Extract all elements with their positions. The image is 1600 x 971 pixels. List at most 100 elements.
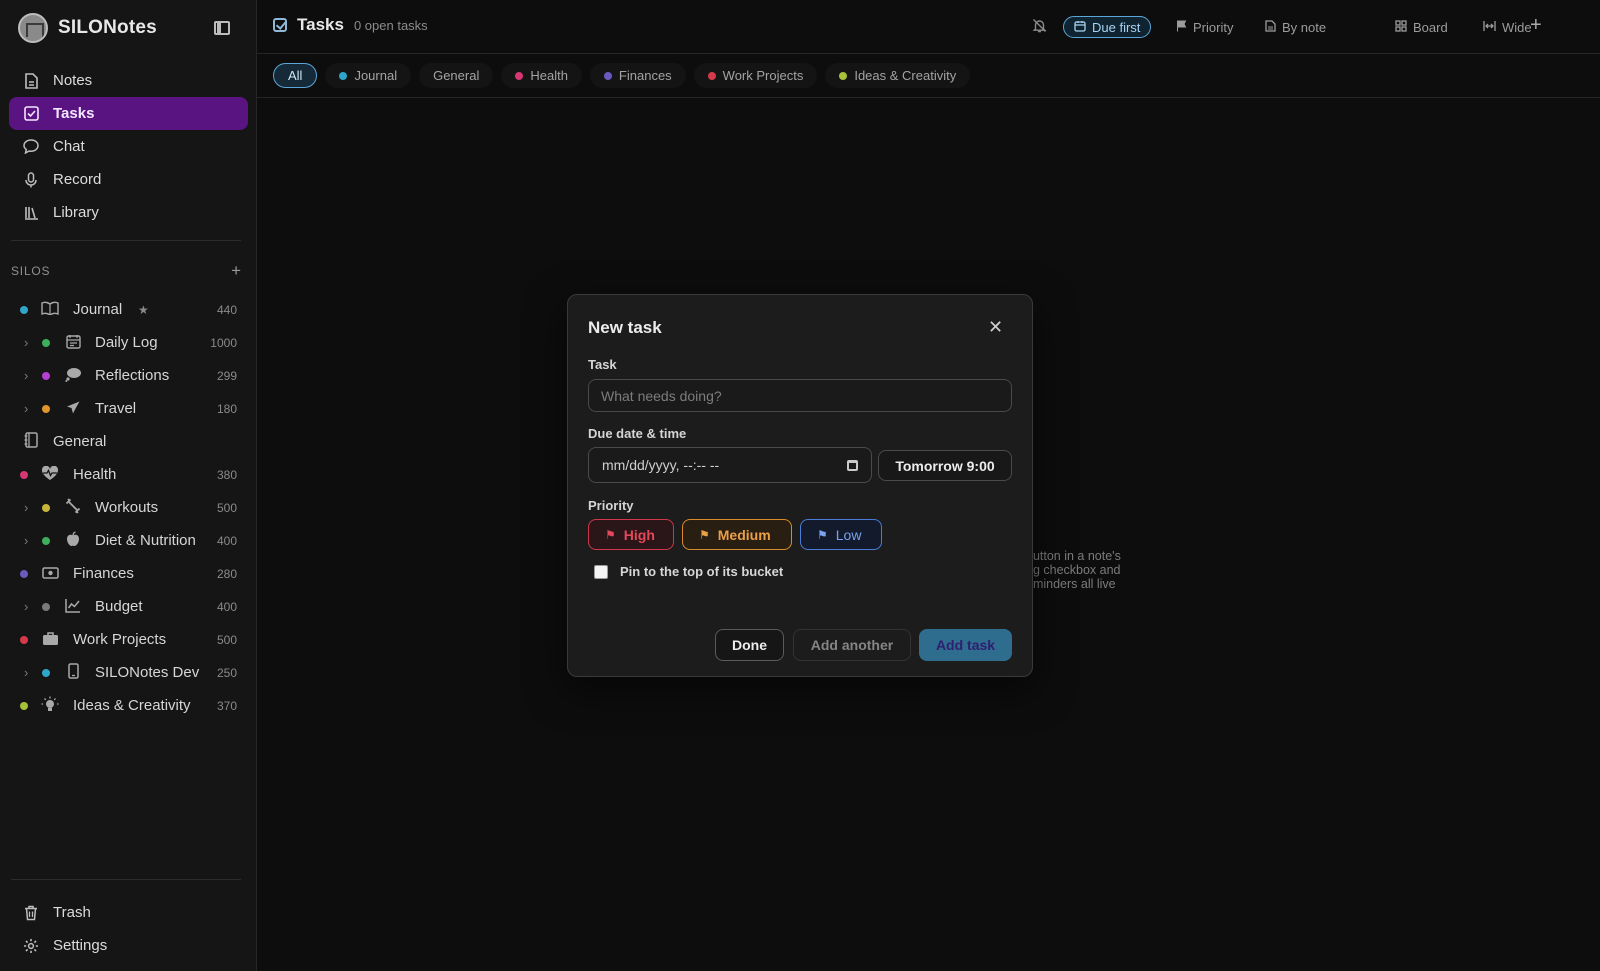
silo-reflections[interactable]: › Reflections 299 bbox=[0, 359, 257, 392]
chat-bubble-icon bbox=[23, 139, 39, 155]
silo-count: 370 bbox=[216, 698, 237, 713]
grid-icon bbox=[1395, 19, 1407, 35]
silo-label: Workouts bbox=[95, 499, 159, 516]
sort-priority-label: Priority bbox=[1193, 19, 1234, 35]
brand[interactable]: SILONotes bbox=[18, 13, 157, 43]
silo-label: Travel bbox=[95, 400, 137, 417]
filter-chip-work-projects[interactable]: Work Projects bbox=[693, 63, 818, 88]
chip-label: Ideas & Creativity bbox=[854, 68, 957, 83]
chip-label: General bbox=[433, 68, 480, 83]
flag-icon: ⚑ bbox=[699, 527, 710, 542]
chevron-right-icon[interactable]: › bbox=[24, 665, 28, 680]
filter-chip-journal[interactable]: Journal bbox=[325, 63, 412, 88]
hint-line: eminders all live bbox=[1026, 577, 1116, 591]
hint-line: button in a note's bbox=[1026, 549, 1121, 563]
filter-chip-ideas-creativity[interactable]: Ideas & Creativity bbox=[825, 63, 971, 88]
flag-icon: ⚑ bbox=[605, 527, 616, 542]
sidebar: SILONotes Notes Tasks Chat Record Librar… bbox=[0, 0, 257, 971]
chevron-right-icon[interactable]: › bbox=[24, 533, 28, 548]
silos-title: SILOS bbox=[11, 263, 51, 278]
silo-filter-chips: All Journal General Health Finances Work… bbox=[273, 63, 971, 88]
nav-label: Tasks bbox=[53, 105, 95, 122]
sort-note-label: By note bbox=[1282, 19, 1327, 35]
bell-off-icon[interactable] bbox=[1032, 18, 1047, 36]
silo-label: Journal bbox=[73, 301, 123, 318]
view-board-button[interactable]: Board bbox=[1385, 16, 1458, 38]
silo-label: Ideas & Creativity bbox=[73, 697, 191, 714]
silo-health[interactable]: Health 380 bbox=[0, 458, 257, 491]
silo-finances[interactable]: Finances 280 bbox=[0, 557, 257, 590]
nav-item-tasks[interactable]: Tasks bbox=[9, 97, 248, 130]
silo-color-dot bbox=[20, 305, 28, 314]
page-title-group: Tasks 0 open tasks bbox=[273, 15, 428, 35]
filter-chip-general[interactable]: General bbox=[419, 63, 494, 88]
priority-high-button[interactable]: ⚑ High bbox=[588, 519, 674, 550]
filter-chip-all[interactable]: All bbox=[273, 63, 318, 88]
filter-chip-health[interactable]: Health bbox=[501, 63, 582, 88]
add-another-button[interactable]: Add another bbox=[793, 629, 911, 661]
chevron-right-icon[interactable]: › bbox=[24, 401, 28, 416]
pin-label: Pin to the top of its bucket bbox=[620, 564, 784, 579]
silo-label: Reflections bbox=[95, 367, 170, 384]
clock-calendar-icon bbox=[1074, 20, 1086, 35]
close-icon[interactable]: ✕ bbox=[988, 317, 1003, 338]
pin-option[interactable]: Pin to the top of its bucket bbox=[594, 564, 783, 579]
sort-by-note-button[interactable]: By note bbox=[1255, 16, 1336, 38]
chip-color-dot bbox=[839, 71, 848, 80]
priority-low-button[interactable]: ⚑ Low bbox=[800, 519, 882, 550]
silo-travel[interactable]: › Travel 180 bbox=[0, 392, 257, 425]
silo-journal[interactable]: Journal ★ 440 bbox=[0, 293, 257, 326]
chevron-right-icon[interactable]: › bbox=[24, 500, 28, 515]
phone-icon bbox=[64, 663, 82, 682]
silo-silonotes-dev[interactable]: › SILONotes Dev 250 bbox=[0, 656, 257, 689]
chevron-right-icon[interactable]: › bbox=[24, 368, 28, 383]
sort-due-first-button[interactable]: Due first bbox=[1063, 16, 1152, 38]
tomorrow-preset-button[interactable]: Tomorrow 9:00 bbox=[878, 450, 1012, 481]
nav-item-notes[interactable]: Notes bbox=[9, 64, 248, 97]
silo-budget[interactable]: › Budget 400 bbox=[0, 590, 257, 623]
priority-options: ⚑ High ⚑ Medium ⚑ Low bbox=[588, 519, 882, 550]
silo-work-projects[interactable]: Work Projects 500 bbox=[0, 623, 257, 656]
silo-color-dot bbox=[42, 536, 50, 545]
page-title: Tasks bbox=[297, 15, 344, 34]
nav-item-record[interactable]: Record bbox=[9, 163, 248, 196]
done-button[interactable]: Done bbox=[715, 629, 784, 661]
silo-general[interactable]: General bbox=[0, 425, 257, 458]
due-datetime-input[interactable]: mm/dd/yyyy, --:-- -- bbox=[588, 447, 872, 483]
silo-count: 299 bbox=[216, 368, 237, 383]
pin-checkbox[interactable] bbox=[594, 564, 608, 579]
add-silo-button[interactable]: + bbox=[231, 262, 241, 279]
sidebar-collapse-icon[interactable] bbox=[214, 21, 230, 35]
priority-label: Medium bbox=[717, 526, 771, 543]
silo-list: Journal ★ 440 › Daily Log 1000 › Reflect… bbox=[0, 293, 257, 722]
nav-label: Trash bbox=[53, 904, 91, 921]
silo-count: 1000 bbox=[210, 335, 237, 350]
nav-item-trash[interactable]: Trash bbox=[9, 896, 248, 929]
priority-medium-button[interactable]: ⚑ Medium bbox=[682, 519, 792, 550]
add-task-button[interactable]: Add task bbox=[919, 629, 1012, 661]
silo-ideas-creativity[interactable]: Ideas & Creativity 370 bbox=[0, 689, 257, 722]
sort-due-label: Due first bbox=[1092, 19, 1141, 35]
silo-count: 500 bbox=[216, 632, 237, 647]
silo-color-dot bbox=[20, 701, 28, 710]
silo-workouts[interactable]: › Workouts 500 bbox=[0, 491, 257, 524]
nav-item-chat[interactable]: Chat bbox=[9, 130, 248, 163]
star-icon[interactable]: ★ bbox=[138, 303, 149, 317]
silo-count: 500 bbox=[216, 500, 237, 515]
chevron-right-icon[interactable]: › bbox=[24, 335, 28, 350]
silo-diet-nutrition[interactable]: › Diet & Nutrition 400 bbox=[0, 524, 257, 557]
notebook-icon bbox=[22, 432, 40, 451]
chevron-right-icon[interactable]: › bbox=[24, 599, 28, 614]
filter-chip-finances[interactable]: Finances bbox=[589, 63, 686, 88]
add-task-plus-button[interactable]: + bbox=[1530, 14, 1542, 37]
silo-daily-log[interactable]: › Daily Log 1000 bbox=[0, 326, 257, 359]
sort-priority-button[interactable]: Priority bbox=[1166, 16, 1243, 38]
nav-item-settings[interactable]: Settings bbox=[9, 929, 248, 962]
chip-color-dot bbox=[707, 71, 716, 80]
library-icon bbox=[23, 205, 39, 221]
task-input[interactable] bbox=[588, 379, 1012, 412]
heart-pulse-icon bbox=[41, 465, 59, 484]
nav-item-library[interactable]: Library bbox=[9, 196, 248, 229]
new-task-dialog: New task ✕ Task Due date & time mm/dd/yy… bbox=[567, 294, 1033, 677]
calendar-picker-icon[interactable] bbox=[847, 459, 858, 471]
